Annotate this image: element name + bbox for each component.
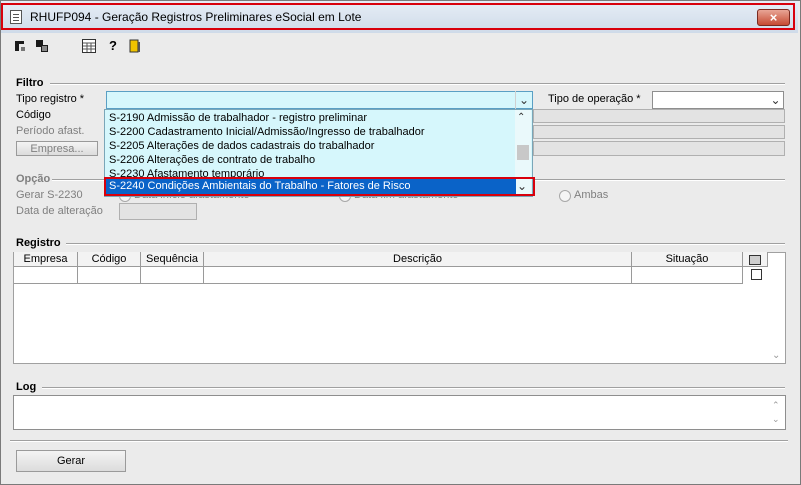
title-highlight-outline xyxy=(1,3,795,30)
scroll-up-icon[interactable]: ⌃ xyxy=(517,112,525,123)
periodo-afast-field[interactable] xyxy=(533,125,785,139)
scroll-down-icon[interactable]: ⌄ xyxy=(772,414,780,425)
select-all-header[interactable] xyxy=(743,252,768,267)
empresa-button[interactable]: Empresa... xyxy=(16,141,98,156)
table-cell[interactable] xyxy=(204,267,632,284)
column-header-situacao[interactable]: Situação xyxy=(632,252,743,267)
gerar-button[interactable]: Gerar xyxy=(16,450,126,472)
empresa-field[interactable] xyxy=(533,141,785,156)
exit-door-icon[interactable] xyxy=(128,39,142,53)
calculator-icon[interactable] xyxy=(82,39,96,53)
registro-divider xyxy=(66,243,785,245)
tipo-registro-label: Tipo registro * xyxy=(16,93,85,105)
navigate-icon[interactable] xyxy=(35,39,49,53)
tipo-registro-select[interactable] xyxy=(106,91,533,109)
first-record-icon[interactable] xyxy=(13,39,27,53)
radio-ambas[interactable] xyxy=(559,190,571,202)
column-header-sequencia[interactable]: Sequência xyxy=(141,252,204,267)
dropdown-option[interactable]: S-2200 Cadastramento Inicial/Admissão/In… xyxy=(109,125,425,139)
scrollbar-thumb[interactable] xyxy=(517,145,529,160)
filtro-divider xyxy=(50,83,785,85)
gerar-s2230-label: Gerar S-2230 xyxy=(16,189,83,201)
table-cell[interactable] xyxy=(632,267,743,284)
codigo-field[interactable] xyxy=(533,109,785,123)
data-alteracao-label: Data de alteração xyxy=(16,205,103,217)
registro-title: Registro xyxy=(16,237,61,249)
table-cell[interactable] xyxy=(141,267,204,284)
opcao-title: Opção xyxy=(16,173,51,185)
tipo-operacao-label: Tipo de operação * xyxy=(548,93,641,105)
scroll-down-icon[interactable]: ⌄ xyxy=(772,350,780,361)
data-alteracao-field[interactable] xyxy=(119,203,197,220)
column-header-codigo[interactable]: Código xyxy=(78,252,141,267)
log-textarea[interactable] xyxy=(13,395,786,430)
table-cell[interactable] xyxy=(78,267,141,284)
table-cell[interactable] xyxy=(14,267,78,284)
tipo-operacao-select[interactable] xyxy=(652,91,784,109)
scroll-up-icon[interactable]: ⌃ xyxy=(772,400,780,411)
log-divider xyxy=(42,387,785,389)
log-title: Log xyxy=(16,381,37,393)
help-icon[interactable]: ? xyxy=(106,39,120,53)
periodo-afast-label: Período afast. xyxy=(16,125,85,137)
filtro-title: Filtro xyxy=(16,77,44,89)
selection-highlight-outline xyxy=(104,177,535,196)
chevron-down-icon[interactable]: ⌄ xyxy=(515,91,532,109)
dropdown-option[interactable]: S-2190 Admissão de trabalhador - registr… xyxy=(109,111,367,125)
column-header-descricao[interactable]: Descrição xyxy=(204,252,632,267)
chevron-down-icon[interactable]: ⌄ xyxy=(767,91,784,109)
row-checkbox[interactable] xyxy=(751,269,762,280)
dropdown-option[interactable]: S-2206 Alterações de contrato de trabalh… xyxy=(109,153,315,167)
column-header-empresa[interactable]: Empresa xyxy=(14,252,78,267)
dropdown-option[interactable]: S-2205 Alterações de dados cadastrais do… xyxy=(109,139,374,153)
select-all-icon xyxy=(749,255,761,265)
footer-divider xyxy=(10,440,788,442)
codigo-label: Código xyxy=(16,109,51,121)
radio-ambas-label: Ambas xyxy=(574,189,609,201)
